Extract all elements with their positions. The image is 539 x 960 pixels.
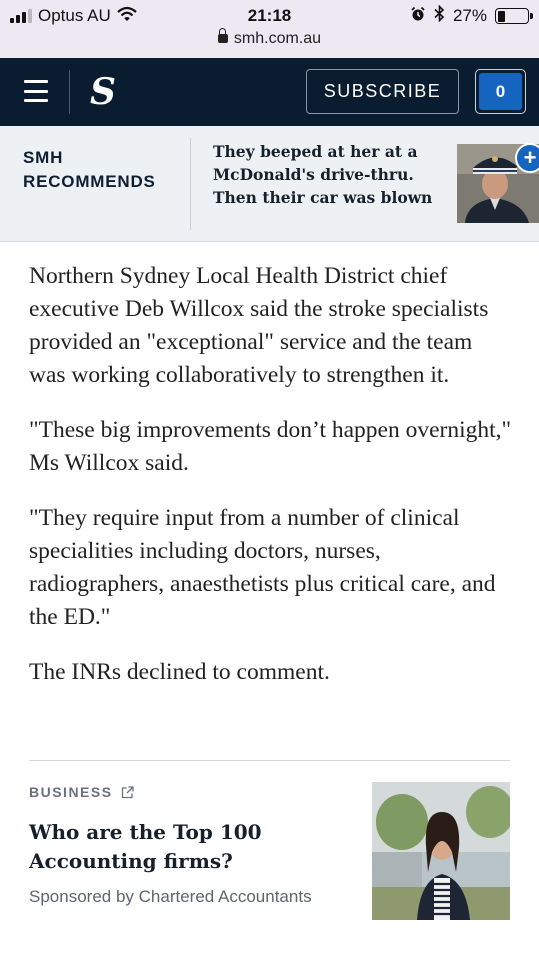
menu-icon[interactable]	[24, 80, 48, 102]
category-label: BUSINESS	[29, 784, 113, 800]
counter-button[interactable]: 0	[475, 69, 526, 114]
article-paragraph: "These big improvements don’t happen ove…	[29, 417, 512, 476]
sponsored-category: BUSINESS	[29, 784, 134, 800]
sponsored-headline-link[interactable]: Who are the Top 100 Accounting firms?	[29, 818, 349, 876]
recommended-story-link[interactable]: They beeped at her at a McDonald's drive…	[213, 140, 445, 209]
status-bar: Optus AU 21:18 27% smh.com.au	[0, 0, 539, 58]
section-divider	[29, 760, 510, 761]
sponsored-thumbnail[interactable]	[372, 782, 510, 920]
recommends-bar: SMH RECOMMENDS They beeped at her at a M…	[0, 126, 539, 242]
sponsor-credit: Sponsored by Chartered Accountants	[29, 887, 312, 906]
wifi-icon	[117, 6, 137, 27]
smh-logo[interactable]: S	[86, 70, 120, 114]
signal-icon	[10, 9, 32, 23]
recommends-divider	[190, 138, 191, 230]
article-body: Northern Sydney Local Health District ch…	[29, 260, 514, 711]
carrier-name: Optus AU	[38, 6, 111, 25]
header-divider	[69, 70, 70, 114]
plus-button[interactable]: +	[515, 143, 539, 173]
address-bar[interactable]: smh.com.au	[0, 28, 539, 50]
counter-badge: 0	[479, 73, 522, 110]
article-paragraph: The INRs declined to comment.	[29, 659, 330, 685]
lock-icon	[217, 28, 228, 43]
recommends-label: SMH RECOMMENDS	[23, 148, 156, 191]
battery-icon	[495, 8, 533, 24]
external-link-icon	[121, 785, 134, 799]
site-header: S SUBSCRIBE 0	[0, 58, 539, 126]
bluetooth-icon	[434, 4, 445, 27]
url-text: smh.com.au	[233, 30, 322, 47]
battery-percent: 27%	[452, 6, 487, 25]
article-paragraph: "They require input from a number of cli…	[29, 505, 496, 630]
subscribe-button[interactable]: SUBSCRIBE	[306, 69, 459, 114]
alarm-icon	[410, 6, 426, 27]
article-paragraph: Northern Sydney Local Health District ch…	[29, 263, 489, 388]
